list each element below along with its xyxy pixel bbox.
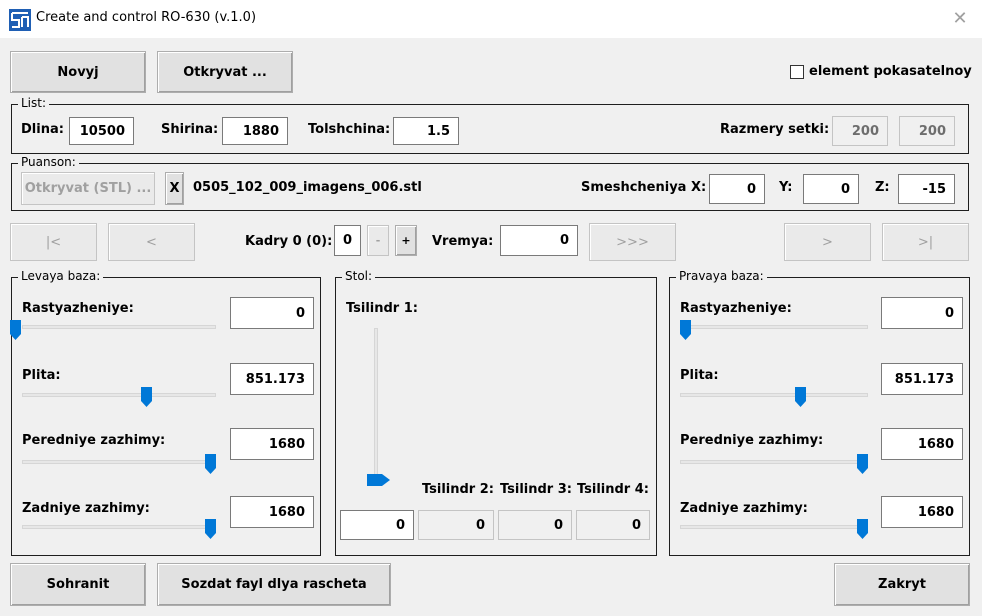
- right-base-legend: Pravaya baza:: [676, 269, 767, 283]
- right-stretch-label: Rastyazheniye:: [680, 301, 792, 316]
- right-stretch-input[interactable]: 0: [881, 297, 963, 329]
- cylinder-3-input: 0: [498, 510, 572, 540]
- left-stretch-input[interactable]: 0: [230, 297, 314, 329]
- play-button[interactable]: >>>: [589, 223, 676, 261]
- right-plate-label: Plita:: [680, 368, 719, 383]
- left-stretch-label: Rastyazheniye:: [22, 301, 134, 316]
- grid-size-label: Razmery setki:: [720, 122, 830, 137]
- cylinder-3-label: Tsilindr 3:: [500, 482, 572, 497]
- right-front-clamps-label: Peredniye zazhimy:: [680, 433, 824, 448]
- width-label: Shirina:: [161, 122, 219, 137]
- frame-number-input[interactable]: 0: [334, 225, 361, 256]
- left-plate-slider-track[interactable]: [22, 393, 216, 397]
- right-rear-clamps-label: Zadniye zazhimy:: [680, 501, 808, 516]
- offset-z-label: Z:: [875, 180, 890, 195]
- left-plate-slider-thumb[interactable]: [141, 387, 152, 407]
- cylinder-1-input[interactable]: 0: [340, 510, 414, 540]
- left-front-clamps-slider-thumb[interactable]: [205, 454, 216, 474]
- close-icon[interactable]: ✕: [949, 9, 971, 29]
- length-label: Dlina:: [21, 122, 64, 137]
- offset-y-input[interactable]: 0: [803, 174, 859, 204]
- sheet-group-legend: List:: [18, 96, 50, 110]
- offset-y-label: Y:: [779, 180, 793, 195]
- length-input[interactable]: 10500: [69, 117, 134, 145]
- right-front-clamps-input[interactable]: 1680: [881, 428, 963, 460]
- width-input[interactable]: 1880: [222, 117, 288, 145]
- offset-x-input[interactable]: 0: [709, 174, 765, 204]
- create-calc-file-button[interactable]: Sozdat fayl dlya rascheta: [157, 563, 391, 606]
- left-front-clamps-label: Peredniye zazhimy:: [22, 433, 166, 448]
- punch-group-legend: Puanson:: [18, 155, 79, 169]
- clear-stl-button[interactable]: X: [165, 172, 184, 205]
- close-button[interactable]: Zakryt: [834, 563, 970, 606]
- new-button[interactable]: Novyj: [10, 51, 146, 93]
- cylinder-4-label: Tsilindr 4:: [577, 482, 649, 497]
- right-rear-clamps-input[interactable]: 1680: [881, 496, 963, 528]
- cylinder-1-slider-track[interactable]: [374, 328, 378, 486]
- table-group-legend: Stol:: [342, 269, 376, 283]
- left-front-clamps-input[interactable]: 1680: [230, 428, 314, 460]
- offset-z-input[interactable]: -15: [898, 174, 955, 204]
- frames-label: Kadry 0 (0):: [245, 234, 333, 249]
- cylinder-2-label: Tsilindr 2:: [422, 482, 494, 497]
- thickness-label: Tolshchina:: [308, 122, 391, 137]
- right-front-clamps-slider-thumb[interactable]: [857, 454, 868, 474]
- next-frame-button[interactable]: >: [784, 223, 871, 261]
- grid-x-input: 200: [832, 116, 888, 146]
- left-rear-clamps-slider-thumb[interactable]: [205, 519, 216, 539]
- open-stl-button: Otkryvat (STL) ...: [21, 172, 155, 205]
- cylinder-2-input: 0: [418, 510, 494, 540]
- time-label: Vremya:: [432, 234, 494, 249]
- left-plate-label: Plita:: [22, 368, 61, 383]
- cylinder-4-input: 0: [576, 510, 650, 540]
- right-front-clamps-slider-track[interactable]: [680, 460, 868, 464]
- right-plate-input[interactable]: 851.173: [881, 363, 963, 395]
- right-rear-clamps-slider-track[interactable]: [680, 525, 868, 529]
- left-stretch-slider-thumb[interactable]: [10, 320, 21, 340]
- window-title: Create and control RO-630 (v.1.0): [36, 10, 257, 25]
- indicator-element-checkbox[interactable]: [790, 65, 804, 79]
- left-plate-input[interactable]: 851.173: [230, 363, 314, 395]
- app-logo-icon: [9, 9, 31, 31]
- left-stretch-slider-track[interactable]: [22, 325, 216, 329]
- stl-filename: 0505_102_009_imagens_006.stl: [193, 180, 422, 195]
- open-button[interactable]: Otkryvat ...: [157, 51, 293, 93]
- indicator-element-label: element pokasatelnoy: [809, 64, 972, 79]
- left-rear-clamps-slider-track[interactable]: [22, 525, 216, 529]
- save-button[interactable]: Sohranit: [10, 563, 146, 606]
- cylinder-1-label: Tsilindr 1:: [346, 301, 418, 316]
- grid-y-input: 200: [899, 116, 955, 146]
- right-rear-clamps-slider-thumb[interactable]: [857, 519, 868, 539]
- first-frame-button[interactable]: |<: [10, 223, 97, 261]
- right-stretch-slider-track[interactable]: [680, 325, 868, 329]
- last-frame-button[interactable]: >|: [882, 223, 969, 261]
- frame-minus-button[interactable]: -: [367, 225, 389, 256]
- right-plate-slider-track[interactable]: [680, 393, 868, 397]
- thickness-input[interactable]: 1.5: [393, 117, 459, 145]
- left-front-clamps-slider-track[interactable]: [22, 460, 216, 464]
- offset-x-label: Smeshcheniya X:: [581, 180, 707, 195]
- right-stretch-slider-thumb[interactable]: [680, 320, 691, 340]
- prev-frame-button[interactable]: <: [108, 223, 195, 261]
- frame-plus-button[interactable]: +: [395, 225, 417, 256]
- left-base-legend: Levaya baza:: [18, 269, 104, 283]
- cylinder-1-slider-thumb[interactable]: [367, 474, 390, 486]
- right-plate-slider-thumb[interactable]: [795, 387, 806, 407]
- left-rear-clamps-label: Zadniye zazhimy:: [22, 501, 150, 516]
- time-input[interactable]: 0: [500, 225, 578, 256]
- left-rear-clamps-input[interactable]: 1680: [230, 496, 314, 528]
